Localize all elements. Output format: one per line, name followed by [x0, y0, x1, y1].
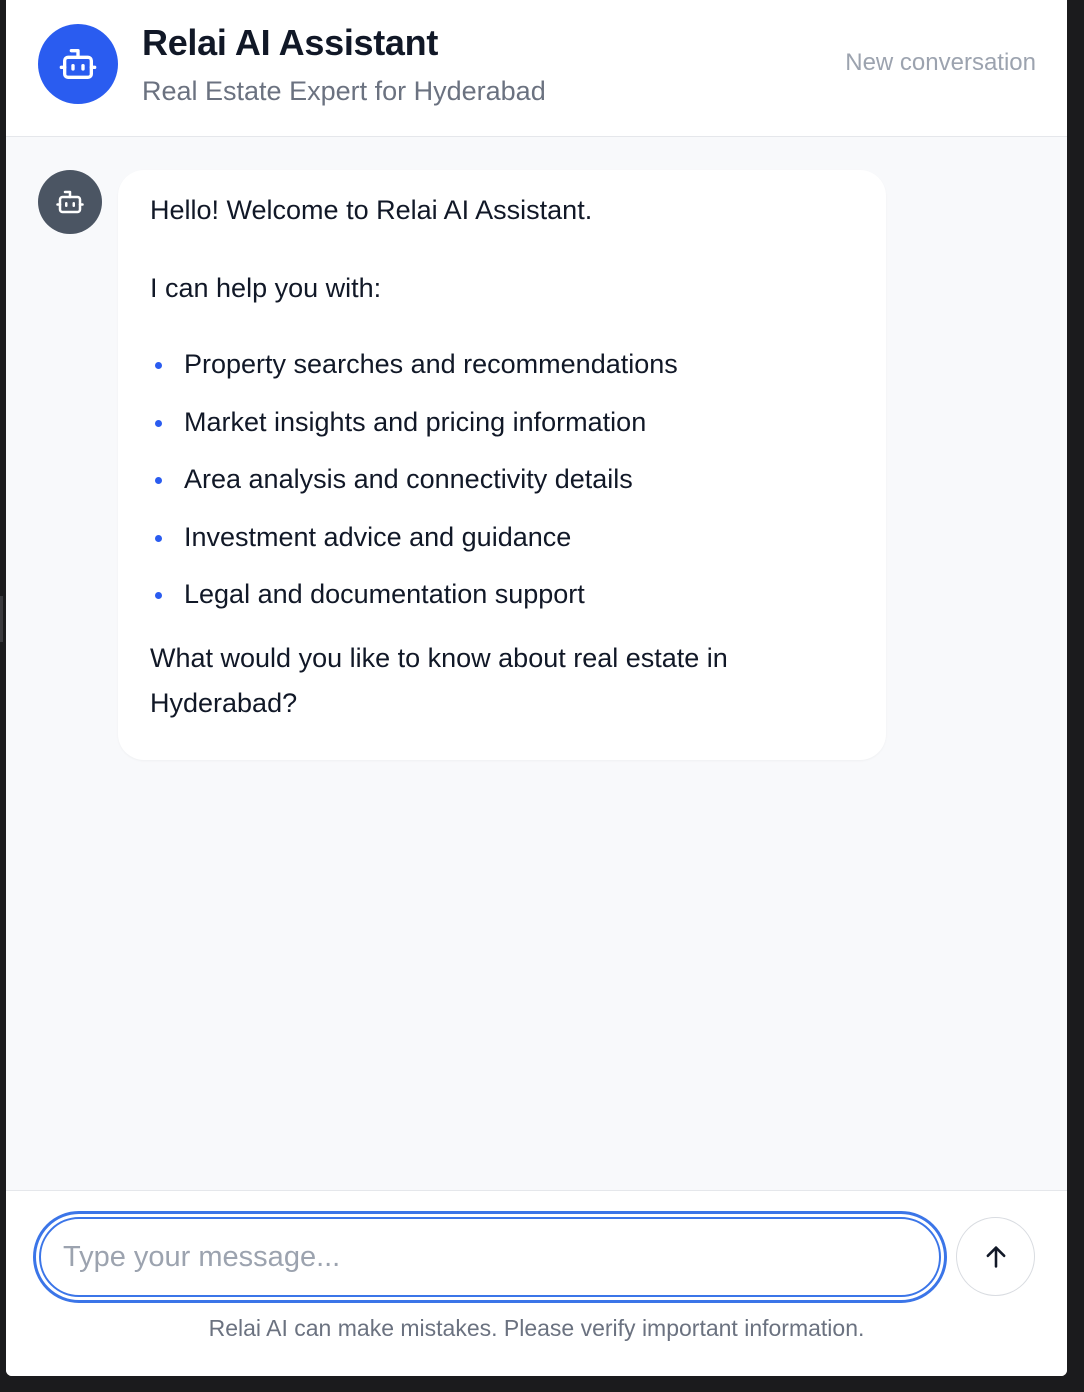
- arrow-up-icon: [986, 1245, 1005, 1268]
- bot-icon: [59, 49, 97, 80]
- message-question: What would you like to know about real e…: [150, 643, 728, 718]
- bullet-dot: [155, 534, 162, 542]
- message-intro: I can help you with:: [150, 273, 382, 303]
- list-item: Legal and documentation support: [150, 576, 854, 612]
- message-avatar: [38, 170, 102, 234]
- message-greeting: Hello! Welcome to Relai AI Assistant.: [150, 195, 593, 225]
- list-item: Market insights and pricing information: [150, 404, 854, 440]
- composer: Relai AI can make mistakes. Please verif…: [6, 1190, 1067, 1376]
- list-item: Property searches and recommendations: [150, 346, 854, 382]
- window-edge-marker: [0, 596, 3, 642]
- disclaimer-text: Relai AI can make mistakes. Please verif…: [208, 1315, 865, 1341]
- message-input-container: [33, 1211, 947, 1303]
- bullet-dot: [155, 477, 162, 484]
- bullet-dot: [155, 362, 162, 369]
- chat-header: Relai AI Assistant Real Estate Expert fo…: [6, 0, 1067, 137]
- message-input[interactable]: [41, 1219, 939, 1295]
- send-button[interactable]: [956, 1217, 1035, 1296]
- assistant-message-bubble: Hello! Welcome to Relai AI Assistant. I …: [118, 170, 886, 760]
- bullet-dot: [155, 419, 162, 427]
- bullet-dot: [155, 592, 162, 599]
- bot-icon: [56, 190, 84, 214]
- list-item: Area analysis and connectivity details: [150, 461, 854, 497]
- assistant-avatar: [38, 24, 118, 104]
- page-title: Relai AI Assistant: [142, 22, 439, 63]
- chat-window: Relai AI Assistant Real Estate Expert fo…: [6, 0, 1067, 1376]
- page-subtitle: Real Estate Expert for Hyderabad: [142, 76, 546, 106]
- new-conversation-button[interactable]: New conversation: [845, 49, 1036, 77]
- list-item: Investment advice and guidance: [150, 519, 854, 555]
- capabilities-list: Property searches and recommendations Ma…: [150, 346, 854, 612]
